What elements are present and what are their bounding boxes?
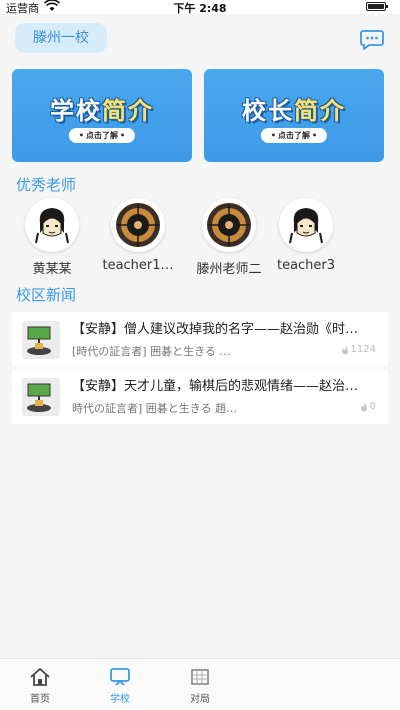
banner-title: 校长简介 xyxy=(242,97,346,125)
tab-game[interactable]: 对局 xyxy=(160,659,240,710)
battery-icon xyxy=(366,2,388,11)
news-thumbnail xyxy=(22,321,60,359)
news-subtitle: [時代の証言者] 囲碁と生きる … xyxy=(72,345,231,358)
news-thumbnail xyxy=(22,378,60,416)
home-icon xyxy=(30,668,50,686)
header: 滕州一校 xyxy=(0,14,400,66)
principal-intro-banner[interactable]: 校长简介 点击了解 xyxy=(204,69,384,162)
teacher-card[interactable]: teacher3 xyxy=(256,198,356,273)
news-title: 【安静】僧人建议改掉我的名字——赵治勋《时… xyxy=(72,322,359,337)
teacher-name: teacher1… xyxy=(102,258,174,273)
go-board-avatar-icon xyxy=(202,198,256,252)
view-count-value: 1124 xyxy=(350,344,376,355)
cartoon-avatar-icon xyxy=(279,198,333,252)
news-title: 【安静】天才儿童，输棋后的悲观情绪——赵治… xyxy=(72,379,359,394)
tab-label: 首页 xyxy=(30,694,50,705)
tab-bar: 首页 学校 对局 xyxy=(0,658,400,710)
school-intro-banner[interactable]: 学校简介 点击了解 xyxy=(12,69,192,162)
teachers-section-title: 优秀老师 xyxy=(16,176,77,194)
learn-more-tag: 点击了解 xyxy=(68,128,136,143)
go-board-avatar-icon xyxy=(111,198,165,252)
chat-bubble-icon[interactable] xyxy=(360,29,384,51)
teacher-name: 黄某某 xyxy=(32,262,72,277)
tab-home[interactable]: 首页 xyxy=(0,659,80,710)
school-icon xyxy=(110,668,130,686)
cartoon-avatar-icon xyxy=(25,198,79,252)
news-subtitle: 時代の証言者] 囲碁と生きる 趙… xyxy=(72,402,238,415)
teacher-list: 黄某某 teacher1… 滕州老师二 teacher3 xyxy=(0,198,400,280)
teacher-card[interactable]: teacher1… xyxy=(88,198,188,273)
banner-title: 学校简介 xyxy=(50,97,154,125)
tab-label: 对局 xyxy=(190,694,210,705)
status-bar: 运营商 下午 2:48 xyxy=(0,0,400,15)
teacher-card[interactable]: 黄某某 xyxy=(2,198,102,277)
news-item[interactable]: 【安静】天才儿童，输棋后的悲观情绪——赵治… 時代の証言者] 囲碁と生きる 趙…… xyxy=(12,369,388,424)
game-icon xyxy=(191,669,209,685)
tab-school[interactable]: 学校 xyxy=(80,659,160,710)
view-count-value: 0 xyxy=(369,401,376,412)
school-selector[interactable]: 滕州一校 xyxy=(15,23,107,53)
flame-icon xyxy=(341,344,348,354)
view-count: 0 xyxy=(360,401,376,412)
tab-label: 学校 xyxy=(110,694,130,705)
flame-icon xyxy=(360,401,367,411)
news-item[interactable]: 【安静】僧人建议改掉我的名字——赵治勋《时… [時代の証言者] 囲碁と生きる …… xyxy=(12,312,388,367)
learn-more-tag: 点击了解 xyxy=(260,128,328,143)
news-section-title: 校区新闻 xyxy=(16,286,77,304)
news-list: 【安静】僧人建议改掉我的名字——赵治勋《时… [時代の証言者] 囲碁と生きる …… xyxy=(12,312,388,426)
view-count: 1124 xyxy=(341,344,376,355)
teacher-name: teacher3 xyxy=(276,258,336,273)
